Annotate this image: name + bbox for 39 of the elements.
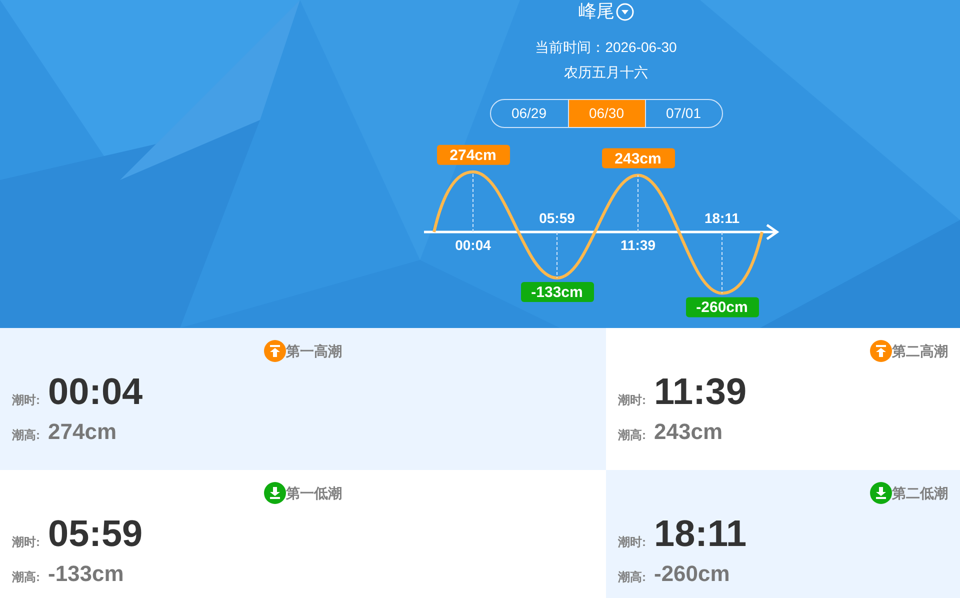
- guide-line: [721, 232, 722, 294]
- tide-time: 11:39: [654, 370, 747, 414]
- current-time: 当前时间：2026-06-30: [535, 38, 677, 57]
- lunar-date: 农历五月十六: [564, 63, 648, 82]
- tide-card-title: 第二高潮: [892, 342, 948, 360]
- date-tab[interactable]: 07/01: [644, 100, 722, 127]
- tide-time: 18:11: [704, 210, 740, 226]
- tide-time: 18:11: [654, 512, 747, 556]
- height-badge: 243cm: [602, 148, 674, 168]
- location-selector[interactable]: 峰尾: [578, 0, 634, 25]
- tide-time: 05:59: [48, 512, 143, 556]
- tide-card-title: 第一低潮: [286, 484, 342, 502]
- time-label: 潮时:: [12, 392, 40, 409]
- tide-height: -260cm: [654, 560, 730, 588]
- tide-height: 274cm: [48, 418, 117, 446]
- height-badge: -260cm: [686, 297, 758, 318]
- guide-line: [637, 174, 638, 232]
- time-label: 潮时:: [12, 534, 40, 551]
- date-tab[interactable]: 06/29: [490, 100, 568, 127]
- dropdown-icon: [616, 2, 634, 20]
- height-label: 潮高:: [12, 569, 40, 586]
- date-tab[interactable]: 06/30: [568, 100, 644, 127]
- tide-time: 11:39: [620, 237, 656, 253]
- height-badge: 274cm: [436, 144, 510, 165]
- guide-line: [472, 171, 473, 232]
- height-label: 潮高:: [618, 569, 646, 586]
- tide-time: 05:59: [538, 210, 574, 226]
- time-label: 潮时:: [618, 534, 646, 551]
- guide-line: [556, 232, 557, 278]
- tide-card-title: 第一高潮: [286, 342, 342, 360]
- tide-height: -133cm: [48, 560, 124, 588]
- height-badge: -133cm: [520, 282, 594, 302]
- tide-time: 00:04: [454, 237, 490, 253]
- tide-card-title: 第二低潮: [892, 484, 948, 502]
- tide-height: 243cm: [654, 418, 723, 446]
- tide-time: 00:04: [48, 370, 143, 414]
- height-label: 潮高:: [618, 427, 646, 444]
- time-label: 潮时:: [618, 392, 646, 409]
- height-label: 潮高:: [12, 427, 40, 444]
